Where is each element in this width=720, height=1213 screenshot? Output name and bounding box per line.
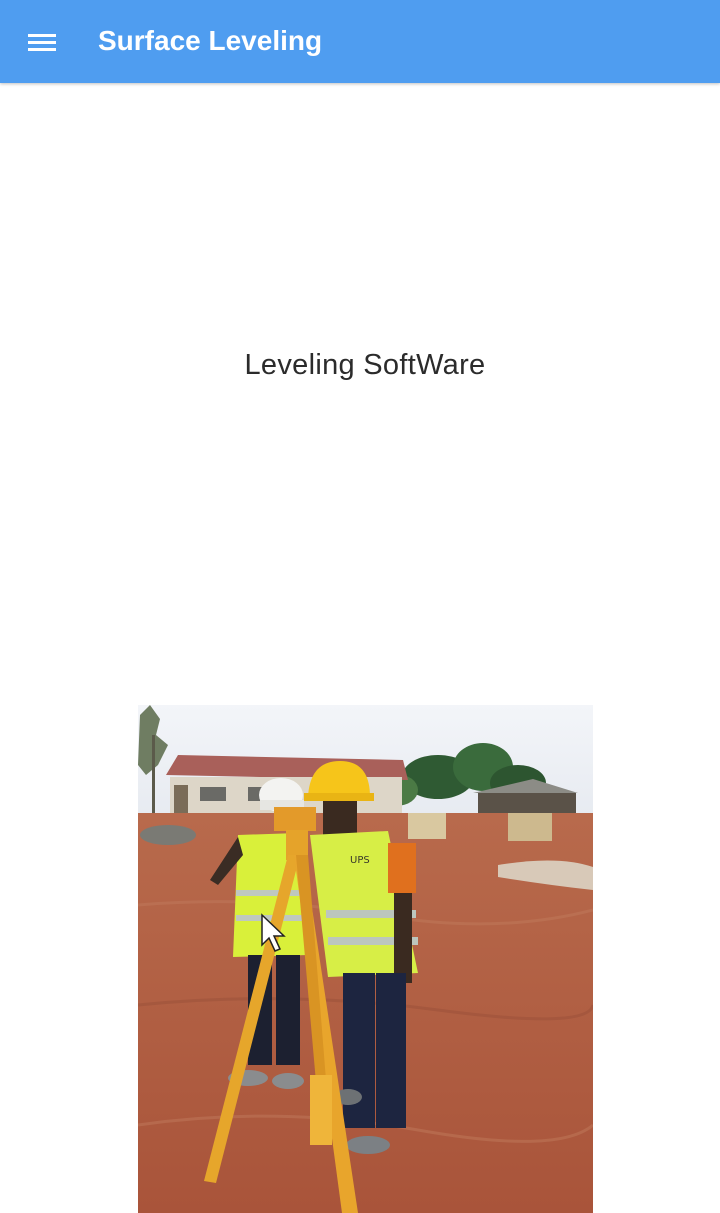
- app-screen: Surface Leveling Leveling SoftWare UPS: [0, 0, 720, 1213]
- app-bar: Surface Leveling: [0, 0, 720, 83]
- page-heading: Leveling SoftWare: [244, 349, 486, 381]
- menu-button[interactable]: [16, 17, 66, 67]
- survey-photo: UPS: [138, 705, 593, 1213]
- hamburger-menu-icon: [28, 34, 56, 51]
- app-title: Surface Leveling: [98, 25, 323, 56]
- svg-text:UPS: UPS: [350, 855, 370, 866]
